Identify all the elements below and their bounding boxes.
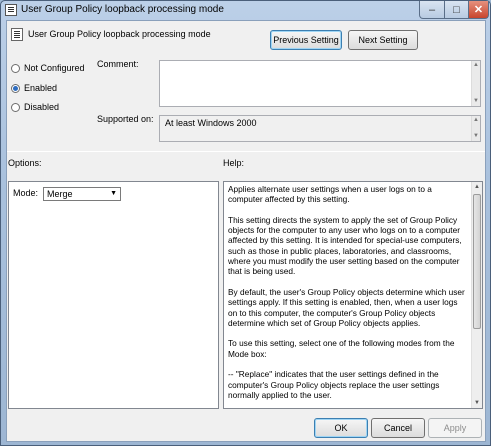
policy-document-icon (5, 4, 17, 16)
radio-label: Disabled (24, 102, 60, 112)
maximize-button[interactable]: □ (444, 1, 469, 19)
radio-indicator (11, 63, 20, 73)
radio-indicator (11, 102, 20, 112)
radio-indicator (11, 83, 20, 93)
mode-label: Mode: (13, 188, 39, 198)
scroll-thumb[interactable] (473, 194, 481, 329)
section-divider (7, 151, 485, 152)
radio-label: Enabled (24, 83, 58, 93)
close-icon: ✕ (473, 4, 484, 16)
minimize-icon: – (428, 3, 436, 16)
scroll-down-icon[interactable]: ▼ (472, 132, 480, 141)
chevron-down-icon: ▼ (110, 190, 117, 197)
options-pane: Mode: Merge ▼ (8, 181, 219, 409)
radio-not-configured[interactable]: Not Configured (11, 63, 85, 73)
supported-on-field: At least Windows 2000 ▲ ▼ (159, 115, 481, 142)
help-paragraph: -- "Replace" indicates that the user set… (228, 369, 440, 400)
setting-title: User Group Policy loopback processing mo… (28, 29, 211, 39)
setting-icon (11, 28, 23, 41)
radio-enabled[interactable]: Enabled (11, 83, 57, 93)
help-pane: Applies alternate user settings when a u… (223, 181, 483, 409)
supported-scrollbar[interactable]: ▲ ▼ (471, 116, 480, 141)
comment-textarea[interactable]: ▲ ▼ (159, 60, 481, 107)
help-paragraph: This setting directs the system to apply… (228, 214, 462, 277)
dialog-window: User Group Policy loopback processing mo… (0, 0, 491, 446)
help-paragraph: To use this setting, select one of the f… (228, 338, 455, 359)
scroll-up-icon[interactable]: ▲ (472, 61, 480, 70)
cancel-button[interactable]: Cancel (371, 418, 425, 438)
radio-label: Not Configured (24, 63, 85, 73)
scroll-down-icon[interactable]: ▼ (472, 398, 482, 408)
help-paragraph: By default, the user's Group Policy obje… (228, 286, 465, 328)
scroll-up-icon[interactable]: ▲ (472, 182, 482, 192)
scroll-down-icon[interactable]: ▼ (472, 97, 480, 106)
help-paragraph: Applies alternate user settings when a u… (228, 184, 432, 205)
comment-scrollbar[interactable]: ▲ ▼ (471, 61, 480, 106)
help-scrollbar[interactable]: ▲ ▼ (471, 182, 482, 408)
supported-on-label: Supported on: (97, 114, 154, 124)
ok-button[interactable]: OK (314, 418, 368, 438)
help-text: Applies alternate user settings when a u… (228, 184, 468, 408)
comment-label: Comment: (97, 59, 139, 69)
title-bar[interactable]: User Group Policy loopback processing mo… (1, 1, 490, 19)
window-title: User Group Policy loopback processing mo… (21, 4, 224, 15)
radio-disabled[interactable]: Disabled (11, 102, 59, 112)
dialog-client-area: User Group Policy loopback processing mo… (6, 20, 486, 442)
help-label: Help: (223, 158, 245, 168)
next-setting-button[interactable]: Next Setting (348, 30, 418, 50)
close-button[interactable]: ✕ (468, 1, 489, 19)
minimize-button[interactable]: – (419, 1, 445, 19)
maximize-icon: □ (453, 3, 460, 16)
supported-on-value: At least Windows 2000 (165, 118, 257, 128)
mode-selected-value: Merge (47, 189, 73, 199)
options-label: Options: (8, 158, 42, 168)
scroll-up-icon[interactable]: ▲ (472, 116, 480, 125)
mode-dropdown[interactable]: Merge ▼ (43, 187, 121, 201)
previous-setting-button[interactable]: Previous Setting (270, 30, 342, 50)
apply-button[interactable]: Apply (428, 418, 482, 438)
